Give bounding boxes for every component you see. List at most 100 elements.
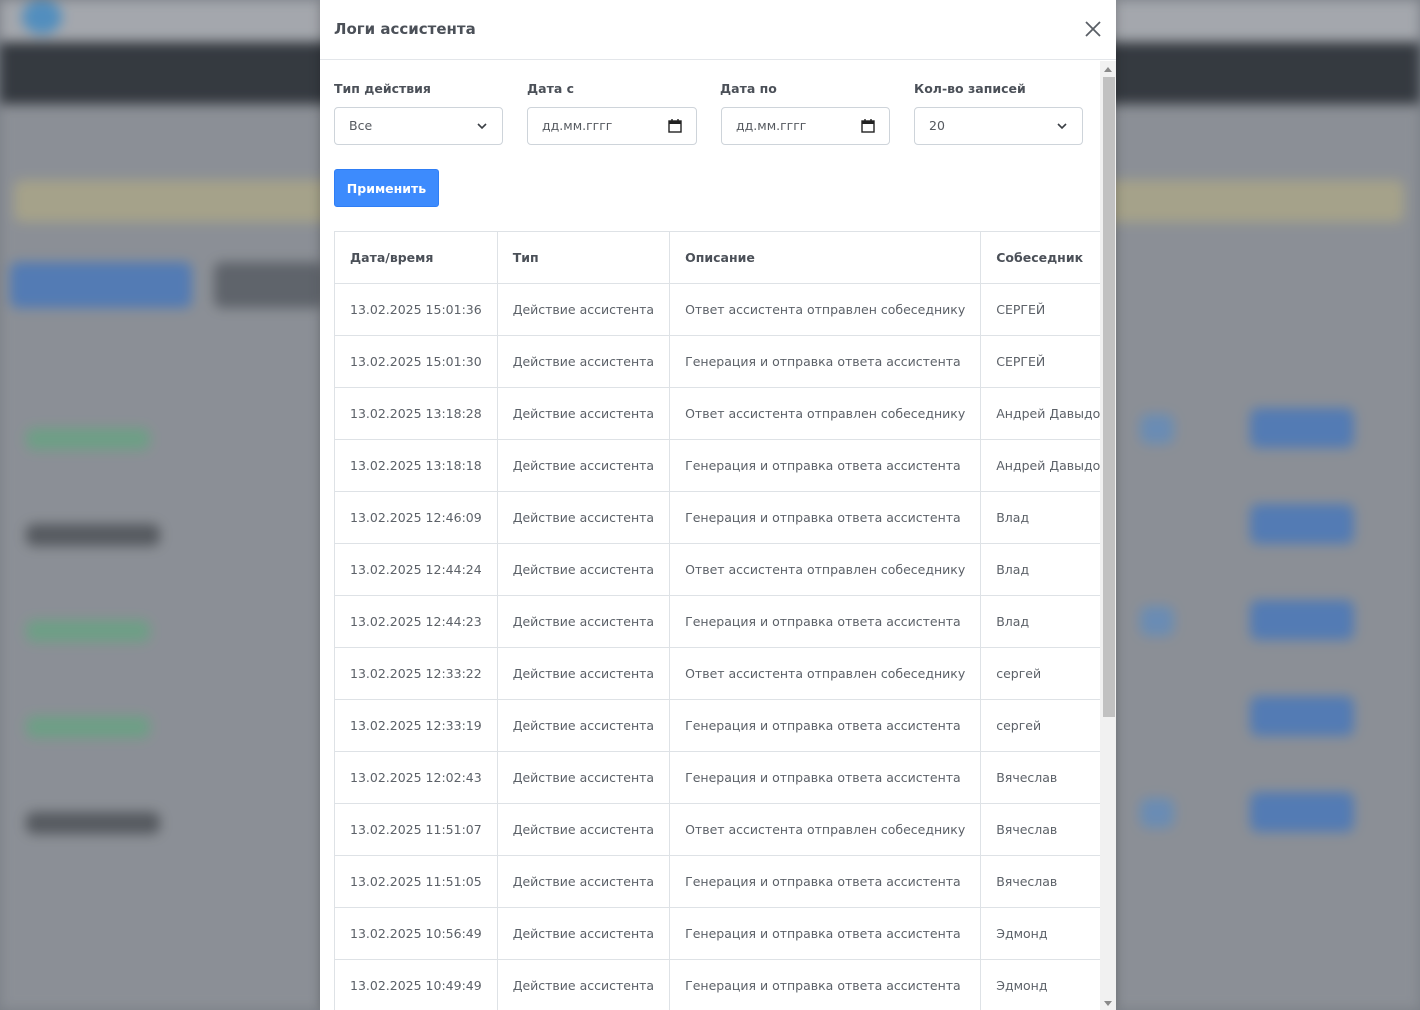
cell-interlocutor: Влад bbox=[980, 595, 1100, 648]
assistant-logs-modal: Логи ассистента Тип действия Все Дата с … bbox=[320, 0, 1116, 1010]
cell-type: Действие ассистента bbox=[496, 439, 671, 492]
modal-body: Тип действия Все Дата с дд.мм.гггг Дата … bbox=[320, 61, 1100, 1010]
table-row: 13.02.2025 12:44:24 Действие ассистента От… bbox=[334, 543, 1100, 596]
modal-title: Логи ассистента bbox=[334, 20, 476, 38]
table-row: 13.02.2025 13:18:28 Действие ассистента От… bbox=[334, 387, 1100, 440]
cell-description: Генерация и отправка ответа ассистента bbox=[669, 907, 982, 960]
column-header-datetime: Дата/время bbox=[334, 231, 498, 284]
cell-interlocutor: СЕРГЕЙ bbox=[980, 283, 1100, 336]
table-row: 13.02.2025 15:01:36 Действие ассистента От… bbox=[334, 283, 1100, 336]
cell-interlocutor: Вячеслав bbox=[980, 751, 1100, 804]
cell-datetime: 13.02.2025 12:02:43 bbox=[334, 751, 498, 804]
cell-datetime: 13.02.2025 10:49:49 bbox=[334, 959, 498, 1010]
date-from-label: Дата с bbox=[527, 81, 575, 96]
apply-button[interactable]: Применить bbox=[334, 169, 439, 207]
cell-interlocutor: Андрей Давыдов bbox=[980, 439, 1100, 492]
calendar-icon[interactable] bbox=[668, 118, 682, 134]
table-row: 13.02.2025 12:33:22 Действие ассистента От… bbox=[334, 647, 1100, 700]
cell-interlocutor: Эдмонд bbox=[980, 907, 1100, 960]
cell-datetime: 13.02.2025 13:18:18 bbox=[334, 439, 498, 492]
cell-type: Действие ассистента bbox=[496, 387, 671, 440]
table-row: 13.02.2025 15:01:30 Действие ассистента Ге… bbox=[334, 335, 1100, 388]
table-body: 13.02.2025 15:01:36 Действие ассистента От… bbox=[334, 283, 1100, 1010]
cell-datetime: 13.02.2025 11:51:05 bbox=[334, 855, 498, 908]
date-from-input[interactable]: дд.мм.гггг bbox=[527, 107, 697, 145]
cell-datetime: 13.02.2025 12:33:22 bbox=[334, 647, 498, 700]
column-header-interlocutor: Собеседник bbox=[980, 231, 1100, 284]
scrollbar-thumb[interactable] bbox=[1103, 77, 1115, 717]
date-to-placeholder: дд.мм.гггг bbox=[736, 118, 807, 133]
table-header-row: Дата/время Тип Описание Собеседник bbox=[334, 231, 1100, 284]
table-row: 13.02.2025 13:18:18 Действие ассистента Ге… bbox=[334, 439, 1100, 492]
cell-interlocutor: Влад bbox=[980, 543, 1100, 596]
cell-description: Генерация и отправка ответа ассистента bbox=[669, 959, 982, 1010]
cell-description: Ответ ассистента отправлен собеседнику bbox=[669, 283, 982, 336]
cell-type: Действие ассистента bbox=[496, 751, 671, 804]
table-row: 13.02.2025 10:56:49 Действие ассистента Ге… bbox=[334, 907, 1100, 960]
cell-description: Генерация и отправка ответа ассистента bbox=[669, 699, 982, 752]
cell-datetime: 13.02.2025 13:18:28 bbox=[334, 387, 498, 440]
date-to-label: Дата по bbox=[720, 81, 777, 96]
date-from-placeholder: дд.мм.гггг bbox=[542, 118, 613, 133]
cell-description: Ответ ассистента отправлен собеседнику bbox=[669, 543, 982, 596]
cell-description: Ответ ассистента отправлен собеседнику bbox=[669, 647, 982, 700]
cell-description: Генерация и отправка ответа ассистента bbox=[669, 491, 982, 544]
cell-type: Действие ассистента bbox=[496, 959, 671, 1010]
cell-datetime: 13.02.2025 12:44:23 bbox=[334, 595, 498, 648]
cell-interlocutor: Вячеслав bbox=[980, 855, 1100, 908]
cell-datetime: 13.02.2025 15:01:36 bbox=[334, 283, 498, 336]
cell-datetime: 13.02.2025 12:33:19 bbox=[334, 699, 498, 752]
cell-datetime: 13.02.2025 10:56:49 bbox=[334, 907, 498, 960]
date-to-input[interactable]: дд.мм.гггг bbox=[721, 107, 890, 145]
action-type-label: Тип действия bbox=[334, 81, 431, 96]
cell-type: Действие ассистента bbox=[496, 283, 671, 336]
table-row: 13.02.2025 12:33:19 Действие ассистента Ге… bbox=[334, 699, 1100, 752]
table-row: 13.02.2025 10:49:49 Действие ассистента Ге… bbox=[334, 959, 1100, 1010]
cell-interlocutor: Влад bbox=[980, 491, 1100, 544]
records-count-value: 20 bbox=[929, 118, 945, 133]
cell-description: Ответ ассистента отправлен собеседнику bbox=[669, 803, 982, 856]
action-type-value: Все bbox=[349, 118, 373, 133]
cell-type: Действие ассистента bbox=[496, 907, 671, 960]
cell-interlocutor: Вячеслав bbox=[980, 803, 1100, 856]
cell-type: Действие ассистента bbox=[496, 855, 671, 908]
column-header-type: Тип bbox=[496, 231, 671, 284]
logs-table: Дата/время Тип Описание Собеседник 13.02… bbox=[334, 231, 1100, 1010]
cell-interlocutor: СЕРГЕЙ bbox=[980, 335, 1100, 388]
records-count-select[interactable]: 20 bbox=[914, 107, 1083, 145]
column-header-description: Описание bbox=[669, 231, 982, 284]
cell-type: Действие ассистента bbox=[496, 543, 671, 596]
cell-type: Действие ассистента bbox=[496, 491, 671, 544]
cell-description: Генерация и отправка ответа ассистента bbox=[669, 439, 982, 492]
table-row: 13.02.2025 11:51:07 Действие ассистента От… bbox=[334, 803, 1100, 856]
cell-datetime: 13.02.2025 11:51:07 bbox=[334, 803, 498, 856]
cell-datetime: 13.02.2025 12:44:24 bbox=[334, 543, 498, 596]
cell-type: Действие ассистента bbox=[496, 647, 671, 700]
cell-description: Ответ ассистента отправлен собеседнику bbox=[669, 387, 982, 440]
calendar-icon[interactable] bbox=[861, 118, 875, 134]
cell-type: Действие ассистента bbox=[496, 803, 671, 856]
cell-description: Генерация и отправка ответа ассистента bbox=[669, 751, 982, 804]
cell-description: Генерация и отправка ответа ассистента bbox=[669, 855, 982, 908]
close-button[interactable] bbox=[1078, 14, 1108, 44]
cell-type: Действие ассистента bbox=[496, 699, 671, 752]
scroll-up-arrow-icon[interactable] bbox=[1104, 67, 1112, 72]
table-row: 13.02.2025 12:44:23 Действие ассистента Ге… bbox=[334, 595, 1100, 648]
chevron-down-icon bbox=[1057, 123, 1067, 130]
cell-interlocutor: Эдмонд bbox=[980, 959, 1100, 1010]
modal-scrollbar[interactable] bbox=[1100, 61, 1116, 1010]
close-icon bbox=[1085, 21, 1101, 37]
table-row: 13.02.2025 12:46:09 Действие ассистента Ге… bbox=[334, 491, 1100, 544]
cell-datetime: 13.02.2025 15:01:30 bbox=[334, 335, 498, 388]
action-type-select[interactable]: Все bbox=[334, 107, 503, 145]
cell-interlocutor: Андрей Давыдов bbox=[980, 387, 1100, 440]
cell-description: Генерация и отправка ответа ассистента bbox=[669, 595, 982, 648]
cell-type: Действие ассистента bbox=[496, 595, 671, 648]
chevron-down-icon bbox=[477, 123, 487, 130]
records-count-label: Кол-во записей bbox=[914, 81, 1026, 96]
cell-description: Генерация и отправка ответа ассистента bbox=[669, 335, 982, 388]
table-row: 13.02.2025 11:51:05 Действие ассистента Ге… bbox=[334, 855, 1100, 908]
scroll-down-arrow-icon[interactable] bbox=[1104, 1001, 1112, 1006]
modal-header: Логи ассистента bbox=[320, 0, 1116, 60]
cell-interlocutor: сергей bbox=[980, 647, 1100, 700]
